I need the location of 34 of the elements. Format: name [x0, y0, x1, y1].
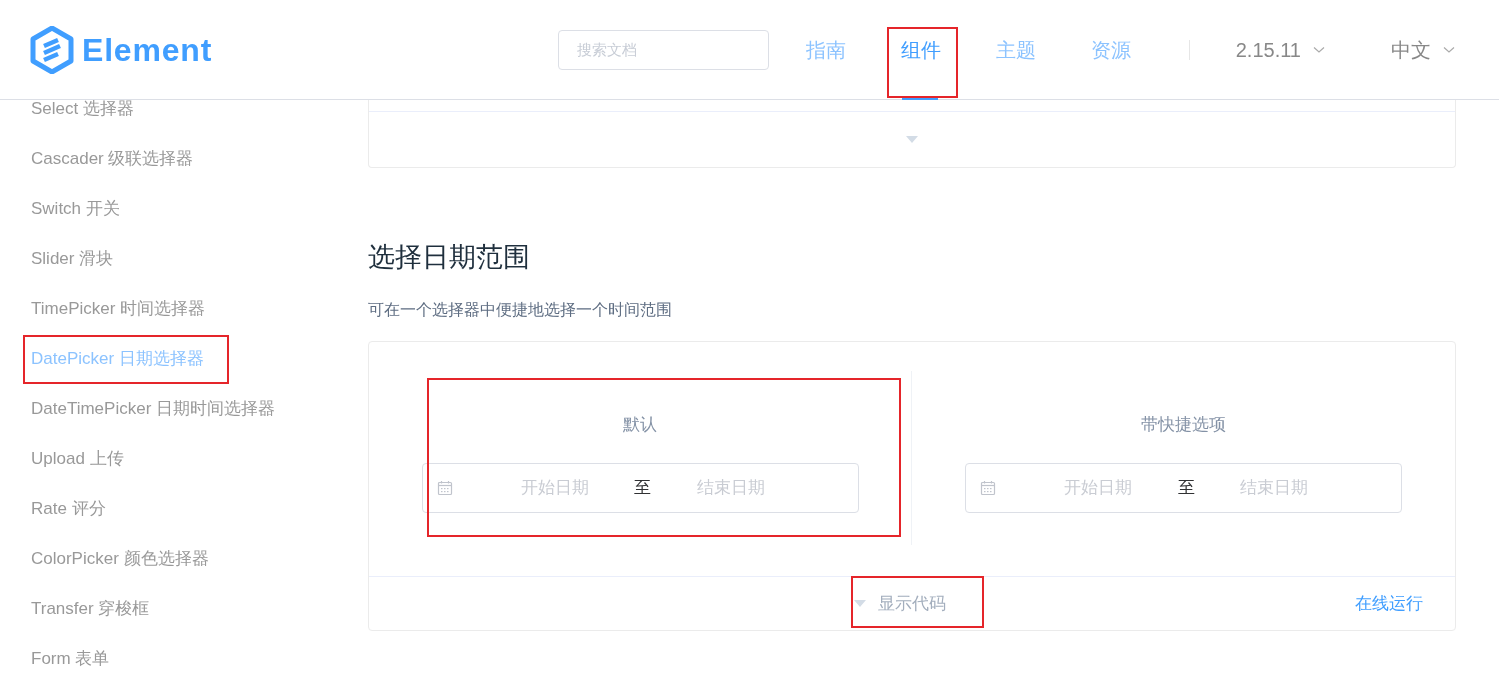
logo-text[interactable]: Element [82, 33, 213, 66]
nav-link[interactable]: 资源 [1091, 34, 1132, 65]
sidebar-item[interactable]: ColorPicker 颜色选择器 [31, 546, 209, 572]
sidebar-item[interactable]: Cascader 级联选择器 [31, 146, 194, 172]
sidebar-item[interactable]: TimePicker 时间选择器 [31, 296, 206, 322]
version-select[interactable]: 2.15.11 [1235, 34, 1325, 65]
range-separator: 至 [1176, 476, 1196, 499]
caret-icon [854, 599, 866, 608]
calendar-icon [980, 479, 996, 496]
sidebar-item[interactable]: DatePicker 日期选择器 [31, 346, 204, 372]
demo-label: 带快捷选项 [1141, 414, 1226, 436]
sidebar-item[interactable]: Slider 滑块 [31, 246, 114, 272]
nav-link[interactable]: 主题 [996, 34, 1037, 65]
run-online-link[interactable]: 在线运行 [1355, 590, 1423, 617]
nav-link[interactable]: 组件 [901, 34, 942, 65]
chevron-icon [1313, 45, 1325, 54]
nav-link[interactable]: 指南 [806, 34, 847, 65]
show-code-button[interactable]: 显示代码 [854, 591, 946, 617]
demo-label: 默认 [623, 414, 657, 436]
range-separator: 至 [633, 476, 652, 499]
sidebar-item[interactable]: Select 选择器 [31, 100, 134, 122]
logo-icon[interactable] [30, 25, 74, 74]
sidebar-item[interactable]: Switch 开关 [31, 196, 120, 222]
sidebar-item[interactable]: Form 表单 [31, 646, 110, 672]
sidebar-item[interactable]: Rate 评分 [31, 496, 106, 522]
sidebar-item[interactable]: Upload 上传 [31, 446, 124, 472]
section-description: 可在一个选择器中便捷地选择一个时间范围 [368, 300, 673, 320]
sidebar-item[interactable]: Transfer 穿梭框 [31, 596, 150, 622]
section-title: 选择日期范围 [368, 241, 531, 274]
calendar-icon [436, 479, 453, 496]
language-select[interactable]: 中文 [1391, 34, 1455, 65]
active-indicator [901, 96, 938, 100]
chevron-icon [1443, 45, 1455, 54]
sidebar-item[interactable]: DateTimePicker 日期时间选择器 [31, 396, 275, 422]
